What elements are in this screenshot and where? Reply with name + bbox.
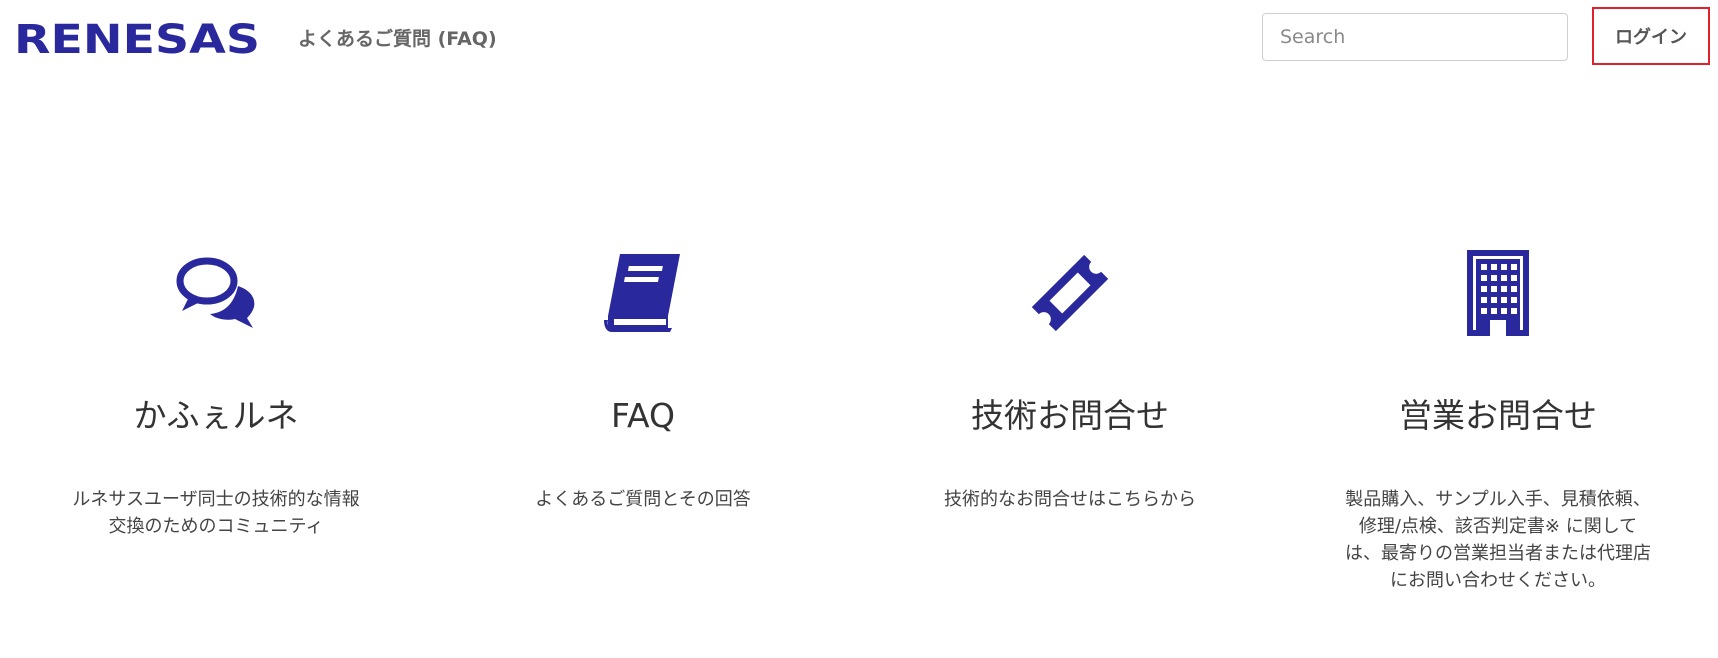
card-description: ルネサスユーザ同士の技術的な情報交換のためのコミュニティ — [72, 488, 360, 537]
card-title: FAQ — [611, 396, 675, 435]
logo-mark: RENESAS — [14, 17, 260, 63]
card-technical-inquiry[interactable]: 技術お問合せ 技術的なお問合せはこちらから — [905, 248, 1235, 513]
card-description: よくあるご質問とその回答 — [535, 488, 751, 510]
svg-text:RENESAS: RENESAS — [14, 17, 260, 60]
comments-icon — [176, 257, 255, 328]
card-title: 技術お問合せ — [971, 396, 1169, 435]
card-description: 技術的なお問合せはこちらから — [944, 488, 1196, 510]
building-icon — [1467, 250, 1529, 336]
card-title: かふぇルネ — [133, 396, 299, 435]
ticket-icon — [1031, 254, 1109, 332]
card-title: 営業お問合せ — [1399, 396, 1597, 435]
card-sales-inquiry[interactable]: 営業お問合せ 製品購入、サンプル入手、見積依頼、修理/点検、該否判定書※ に関し… — [1333, 248, 1663, 594]
renesas-logo[interactable]: RENESAS — [14, 14, 260, 63]
page: RENESAS よくあるご質問 (FAQ) ログイン かふぇルネ ルネサスユーザ… — [0, 0, 1718, 658]
site-header: RENESAS よくあるご質問 (FAQ) ログイン — [0, 0, 1718, 80]
card-faq[interactable]: FAQ よくあるご質問とその回答 — [478, 248, 808, 513]
login-button[interactable]: ログイン — [1592, 7, 1710, 65]
card-description: 製品購入、サンプル入手、見積依頼、修理/点検、該否判定書※ に関しては、最寄りの… — [1345, 488, 1651, 591]
search-input[interactable] — [1262, 13, 1568, 61]
card-cafe-rune[interactable]: かふぇルネ ルネサスユーザ同士の技術的な情報交換のためのコミュニティ — [51, 248, 381, 540]
book-icon — [604, 254, 680, 332]
nav-faq-title[interactable]: よくあるご質問 (FAQ) — [298, 24, 497, 51]
